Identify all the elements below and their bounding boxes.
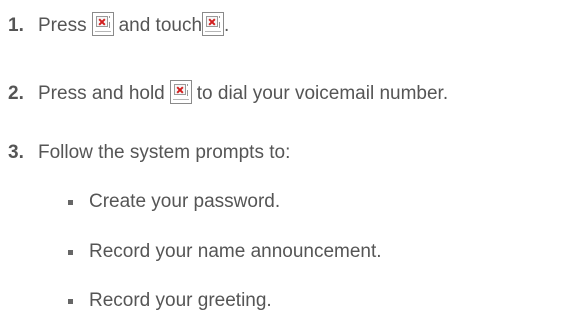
- list-item-text: Create your password.: [89, 191, 281, 212]
- list-item-text: Record your name announcement.: [89, 241, 382, 262]
- step-text: Follow the system prompts to:: [38, 142, 291, 163]
- broken-image-icon: [169, 80, 192, 104]
- step-2: 2. Press and hold to dial your voicemail…: [8, 80, 448, 105]
- broken-image-icon: [202, 12, 225, 36]
- step-text: .: [224, 15, 230, 36]
- step-number: 3.: [8, 142, 24, 163]
- step-text: and touch: [118, 15, 203, 36]
- step-number: 2.: [8, 83, 24, 104]
- broken-image-icon: [91, 12, 114, 36]
- step-text: Press: [38, 15, 87, 36]
- list-item: Record your greeting.: [68, 290, 272, 312]
- list-item-text: Record your greeting.: [89, 290, 272, 311]
- list-item: Create your password.: [68, 191, 280, 213]
- step-text: Press and hold: [38, 83, 165, 104]
- list-item: Record your name announcement.: [68, 241, 382, 263]
- bullet-icon: [68, 199, 73, 205]
- bullet-icon: [68, 249, 73, 255]
- step-3: 3. Follow the system prompts to:: [8, 142, 290, 164]
- bullet-icon: [68, 298, 73, 304]
- step-text: to dial your voicemail number.: [196, 83, 449, 104]
- step-number: 1.: [8, 15, 24, 36]
- step-1: 1. Press and touch .: [8, 12, 229, 37]
